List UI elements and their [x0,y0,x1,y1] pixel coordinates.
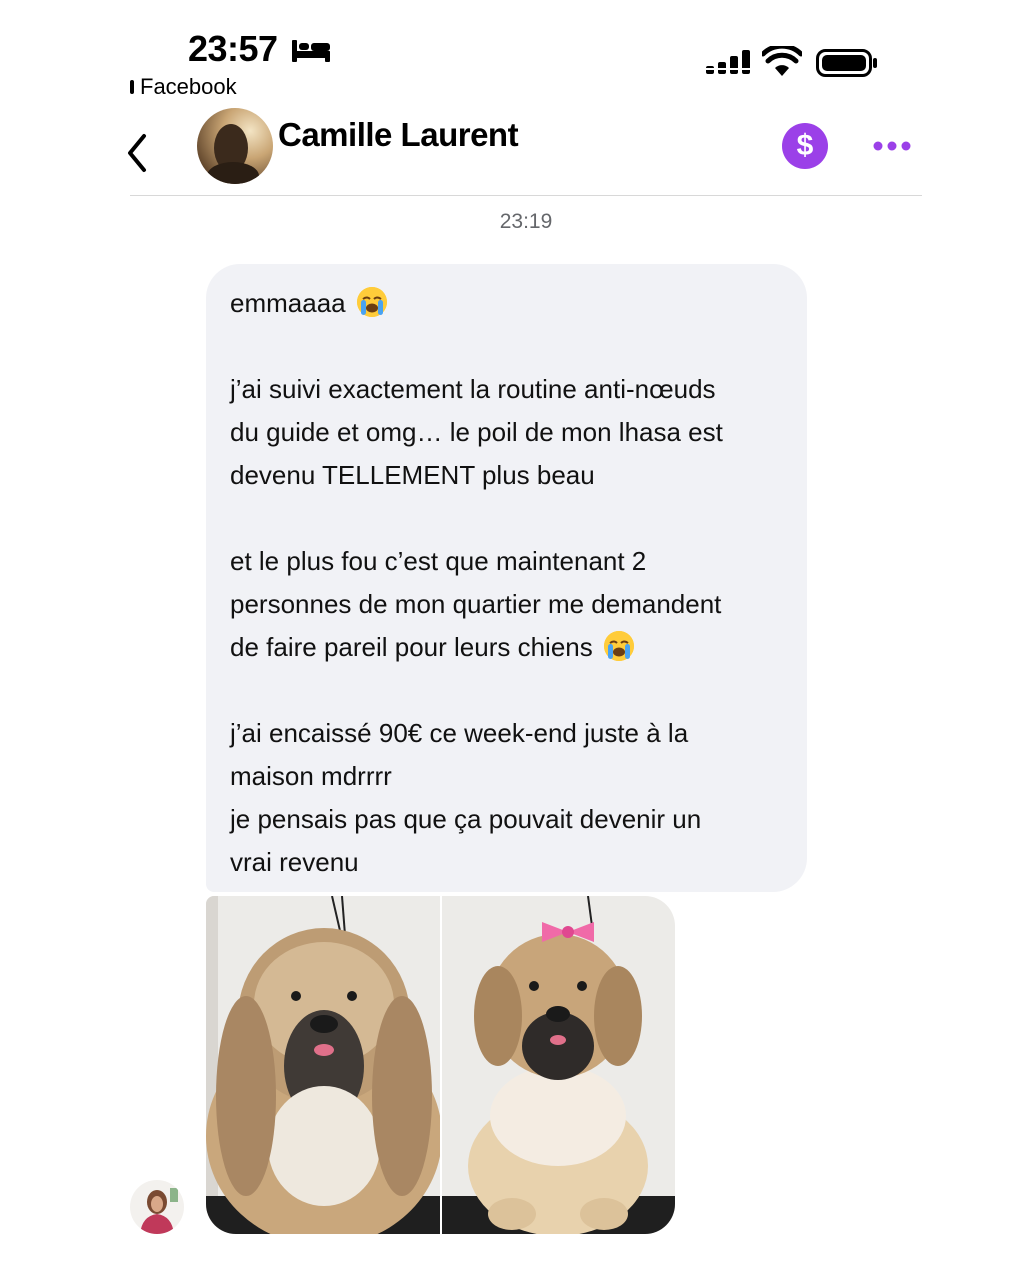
message-timestamp: 23:19 [499,210,553,233]
back-to-app-link[interactable]: Facebook [130,74,237,100]
message-line: maison mdrrrr [230,761,392,791]
message-line: personnes de mon quartier me demandent [230,589,722,619]
message-line: emmaaaa [230,282,791,325]
contact-name[interactable]: Camille Laurent [278,116,519,154]
contact-avatar[interactable] [197,108,273,184]
battery-icon [816,49,877,77]
dog-before-photo[interactable] [206,896,440,1234]
back-app-label: Facebook [140,74,237,99]
photo-attachment[interactable] [206,896,675,1234]
bed-icon [292,40,330,62]
message-line: je pensais pas que ça pouvait devenir un [230,804,702,834]
message-line: j’ai encaissé 90€ ce week-end juste à la [230,718,689,748]
message-line: vrai revenu [230,847,359,877]
dog-after-photo[interactable] [442,896,675,1234]
more-icon[interactable] [872,140,912,152]
contact-avatar-photo [197,108,273,184]
loudly-crying-face-emoji [604,631,634,661]
loudly-crying-face-emoji [356,287,387,317]
payment-symbol: $ [796,129,814,162]
message-line: de faire pareil pour leurs chiens [230,626,791,669]
message-bubble[interactable]: emmaaaa j’ai suivi exactement la routine… [206,264,807,892]
wifi-icon [762,46,802,76]
sender-avatar-photo [130,1180,184,1234]
signal-icon [706,50,750,74]
sender-avatar[interactable] [130,1180,184,1234]
message-line: j’ai suivi exactement la routine anti-nœ… [230,374,716,404]
back-icon[interactable] [126,130,150,176]
payment-icon[interactable]: $ [782,123,828,169]
header-divider [130,195,922,196]
status-time: 23:57 [188,28,278,69]
message-line: du guide et omg… le poil de mon lhasa es… [230,417,723,447]
back-app-indicator-icon [130,80,134,94]
message-line: devenu TELLEMENT plus beau [230,460,595,490]
message-line: et le plus fou c’est que maintenant 2 [230,546,647,576]
